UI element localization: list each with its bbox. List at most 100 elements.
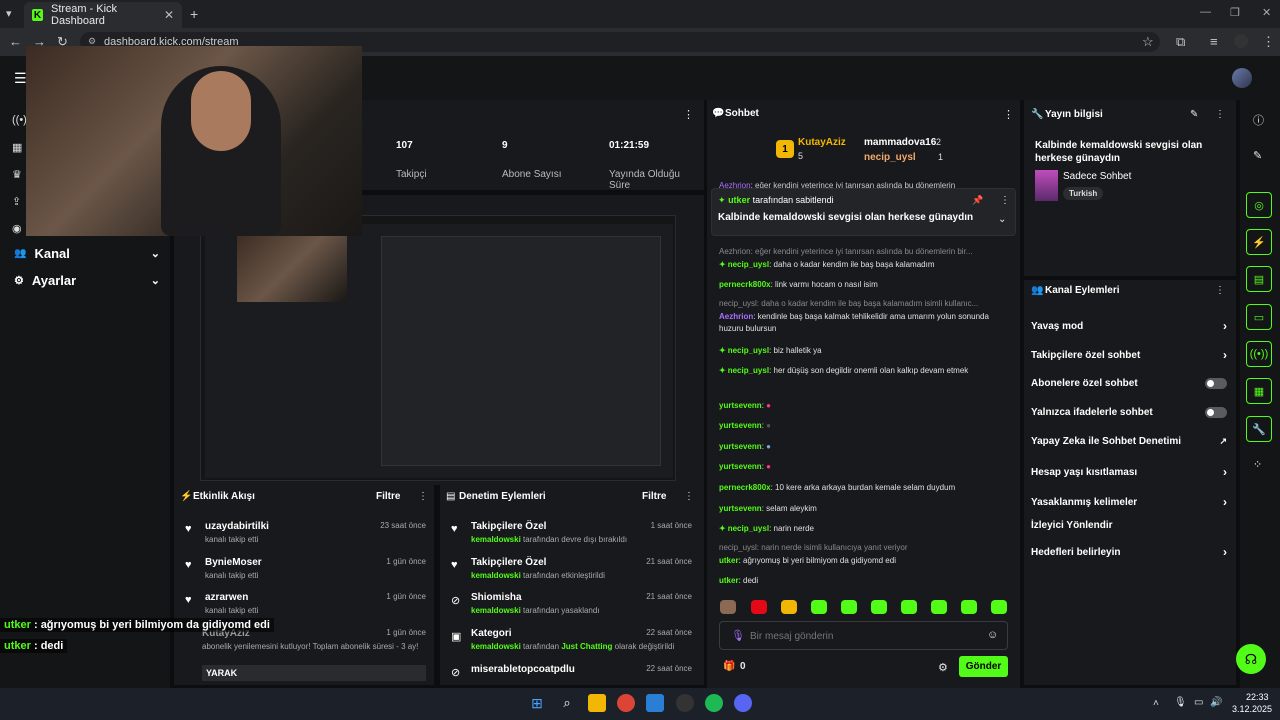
- upload-icon[interactable]: ⇪: [12, 195, 21, 208]
- maximize-icon[interactable]: ❐: [1230, 6, 1240, 19]
- extensions-icon[interactable]: ⧉: [1176, 34, 1185, 50]
- sidebar-item-kanal[interactable]: 👥 Kanal ⌄: [14, 246, 160, 261]
- stat-value: 9: [502, 140, 508, 151]
- chat-input[interactable]: [750, 628, 970, 644]
- activity-footer-bar: YARAK: [202, 665, 426, 681]
- new-tab-icon[interactable]: +: [190, 6, 198, 22]
- pin-icon[interactable]: 📌: [972, 195, 983, 206]
- support-button[interactable]: ☊: [1236, 644, 1266, 674]
- pencil-icon[interactable]: ✎: [1253, 149, 1262, 162]
- send-button[interactable]: Gönder: [959, 656, 1008, 677]
- subscribers-only-toggle[interactable]: [1205, 378, 1227, 389]
- action-banned-words[interactable]: Yasaklanmış kelimeler ›: [1031, 495, 1227, 509]
- bookmark-star-icon[interactable]: ☆: [1142, 34, 1154, 50]
- moderation-filter-button[interactable]: Filtre: [642, 491, 666, 502]
- back-icon[interactable]: ←: [9, 34, 22, 49]
- action-goals[interactable]: Hedefleri belirleyin ›: [1031, 545, 1227, 559]
- start-icon[interactable]: ⊞: [528, 694, 546, 712]
- trophy-icon[interactable]: ♛: [12, 168, 22, 181]
- emote-button[interactable]: [720, 600, 736, 614]
- volume-icon[interactable]: 🔊: [1210, 697, 1222, 708]
- emote-button[interactable]: [901, 600, 917, 614]
- stat-value: 107: [396, 140, 413, 151]
- emotes-only-toggle[interactable]: [1205, 407, 1227, 418]
- rail-more-icon[interactable]: ⁘: [1253, 458, 1262, 471]
- category-icon: ▣: [451, 631, 462, 643]
- action-raid[interactable]: İzleyici Yönlendir: [1031, 520, 1227, 531]
- heart-icon: ♥: [185, 559, 192, 571]
- chat-message: ✦ necip_uysl: her düşüş son degildir onem…: [719, 366, 969, 375]
- minimize-icon[interactable]: —: [1200, 6, 1211, 18]
- profile-avatar[interactable]: [1234, 34, 1248, 48]
- browser-menu-icon[interactable]: ⋮: [1262, 34, 1275, 50]
- hamburger-icon[interactable]: ☰: [14, 70, 27, 87]
- edit-icon[interactable]: ✎: [1190, 109, 1198, 120]
- info-icon[interactable]: ⓘ: [1253, 112, 1264, 128]
- search-icon[interactable]: ⌕: [558, 694, 576, 712]
- chat-settings-icon[interactable]: ⚙: [938, 661, 948, 674]
- chrome-icon[interactable]: [617, 694, 635, 712]
- pinned-menu-icon[interactable]: ⋮: [1000, 195, 1010, 206]
- clock-date[interactable]: 3.12.2025: [1232, 704, 1272, 714]
- rail-layout-button[interactable]: ▦: [1246, 378, 1272, 404]
- emote-button[interactable]: [781, 600, 797, 614]
- camera-icon[interactable]: ◉: [12, 222, 22, 235]
- moderation-menu-icon[interactable]: ⋮: [684, 491, 694, 502]
- stream-info-menu-icon[interactable]: ⋮: [1215, 109, 1225, 120]
- obs-icon[interactable]: [676, 694, 694, 712]
- chat-message: ✦ necip_uysl: biz halletik ya: [719, 346, 822, 355]
- media-icon[interactable]: ≡: [1210, 34, 1218, 49]
- leader-count: 5: [798, 151, 804, 161]
- action-slow-mode[interactable]: Yavaş mod ›: [1031, 319, 1227, 333]
- analytics-icon[interactable]: ▦: [12, 141, 22, 154]
- activity-menu-icon[interactable]: ⋮: [418, 491, 428, 502]
- channel-actions-menu-icon[interactable]: ⋮: [1215, 285, 1225, 296]
- list-item: azrarwen kanalı takip etti 1 gün önce: [205, 592, 426, 615]
- moderation-panel: [440, 485, 704, 685]
- emote-button[interactable]: [811, 600, 827, 614]
- action-followers-only[interactable]: Takipçilere özel sohbet ›: [1031, 348, 1227, 362]
- emote-button[interactable]: [871, 600, 887, 614]
- chat-menu-icon[interactable]: ⋮: [1003, 108, 1014, 121]
- stats-menu-icon[interactable]: ⋮: [683, 108, 694, 121]
- stat-uptime: 01:21:59 Yayında Olduğu Süre: [609, 140, 699, 191]
- browser-tab[interactable]: K Stream - Kick Dashboard ✕: [24, 2, 182, 28]
- network-icon[interactable]: ▭: [1194, 697, 1203, 708]
- photos-icon[interactable]: [646, 694, 664, 712]
- tab-close-icon[interactable]: ✕: [164, 8, 174, 22]
- action-account-age[interactable]: Hesap yaşı kısıtlaması ›: [1031, 465, 1227, 479]
- emote-button[interactable]: [961, 600, 977, 614]
- user-avatar[interactable]: [1232, 68, 1252, 88]
- leader-name: necip_uysl: [864, 152, 916, 163]
- action-emotes-only[interactable]: Yalnızca ifadelerle sohbet: [1031, 407, 1227, 418]
- emoji-picker-icon[interactable]: ☺: [987, 629, 998, 641]
- tag-badge[interactable]: Turkish: [1063, 187, 1104, 200]
- rail-broadcast-button[interactable]: ((•)): [1246, 341, 1272, 367]
- stream-preview[interactable]: [200, 215, 676, 481]
- activity-filter-button[interactable]: Filtre: [376, 491, 400, 502]
- mic-tray-icon[interactable]: 🎙: [1174, 697, 1187, 708]
- tray-chevron-icon[interactable]: ˄: [1153, 698, 1159, 709]
- action-ai-moderation[interactable]: Yapay Zeka ile Sohbet Denetimi ↗: [1031, 436, 1227, 447]
- chat-text: her düşüş son degildir onemli olan kalkı…: [773, 366, 969, 375]
- rail-wrench-button[interactable]: 🔧: [1246, 416, 1272, 442]
- chevron-down-icon[interactable]: ⌄: [998, 214, 1006, 225]
- reply-context: necip_uysl: narin nerde isimli kullanıcı…: [719, 543, 908, 552]
- rail-list-button[interactable]: ▤: [1246, 266, 1272, 292]
- discord-icon[interactable]: [734, 694, 752, 712]
- emote-button[interactable]: [841, 600, 857, 614]
- sidebar-item-ayarlar[interactable]: ⚙ Ayarlar ⌄: [14, 273, 160, 288]
- window-close-icon[interactable]: ✕: [1262, 6, 1271, 19]
- file-explorer-icon[interactable]: [588, 694, 606, 712]
- action-subscribers-only[interactable]: Abonelere özel sohbet: [1031, 378, 1227, 389]
- emote-button[interactable]: [751, 600, 767, 614]
- emote-button[interactable]: [931, 600, 947, 614]
- emote-button[interactable]: [991, 600, 1007, 614]
- spotify-icon[interactable]: [705, 694, 723, 712]
- rail-bolt-button[interactable]: ⚡: [1246, 229, 1272, 255]
- tab-list-icon[interactable]: ▾: [6, 7, 12, 20]
- rail-camera-button[interactable]: ◎: [1246, 192, 1272, 218]
- leaderboard-rank-badge: 1: [776, 140, 794, 158]
- clock-time[interactable]: 22:33: [1246, 692, 1269, 702]
- rail-chat-button[interactable]: ▭: [1246, 304, 1272, 330]
